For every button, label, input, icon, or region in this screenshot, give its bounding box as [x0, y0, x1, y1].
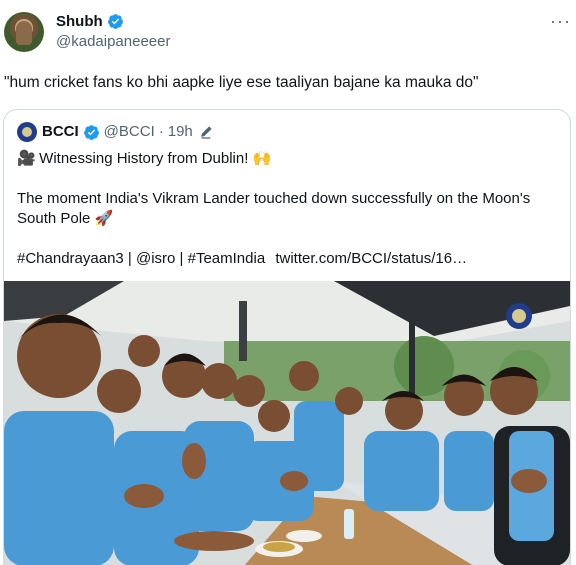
rocket-emoji: 🚀	[94, 210, 114, 227]
quoted-tweet-body: 🎥 Witnessing History from Dublin! 🙌 The …	[17, 149, 557, 269]
tweet-text: "hum cricket fans ko bhi aapke liye ese …	[4, 74, 479, 91]
quoted-tweet[interactable]: BCCI @BCCI · 19h 🎥 Witnessing History fr…	[3, 109, 571, 565]
raised-hands-emoji: 🙌	[252, 150, 272, 167]
quoted-timestamp[interactable]: 19h	[168, 122, 193, 142]
team-photo[interactable]	[4, 281, 570, 565]
author-name[interactable]: Shubh	[56, 12, 103, 31]
verified-badge-icon	[107, 14, 123, 29]
quoted-text-line-3: South Pole	[17, 210, 91, 227]
author-handle[interactable]: @kadaipaneeeer	[56, 32, 170, 52]
team-photo-image	[4, 281, 570, 565]
verified-badge-icon	[83, 124, 99, 140]
quoted-tweet-header: BCCI @BCCI · 19h	[17, 122, 213, 142]
author-avatar[interactable]	[4, 12, 44, 52]
quoted-author-handle[interactable]: @BCCI	[104, 122, 155, 142]
separator-dot: ·	[158, 123, 164, 140]
author-block: Shubh @kadaipaneeeer	[56, 12, 170, 52]
quoted-hashtags[interactable]: #Chandrayaan3 | @isro | #TeamIndia	[17, 250, 265, 267]
quoted-text-line-2: The moment India's Vikram Lander touched…	[17, 190, 531, 207]
quoted-line-1: 🎥 Witnessing History from Dublin! 🙌	[17, 149, 557, 169]
quoted-line-3: South Pole 🚀	[17, 209, 557, 229]
author-name-row[interactable]: Shubh	[56, 12, 124, 31]
bcci-logo[interactable]	[17, 122, 37, 142]
edited-pencil-icon[interactable]	[199, 125, 213, 139]
tweet: Shubh @kadaipaneeeer ··· "hum cricket fa…	[0, 0, 576, 565]
more-options-icon[interactable]: ···	[550, 12, 570, 34]
quoted-text-headline: Witnessing History from Dublin!	[39, 150, 249, 167]
quoted-author-name[interactable]: BCCI	[42, 122, 79, 142]
quoted-link[interactable]: twitter.com/BCCI/status/16…	[275, 250, 467, 267]
quoted-hashtags-row: #Chandrayaan3 | @isro | #TeamIndia twitt…	[17, 249, 557, 269]
camera-emoji: 🎥	[17, 150, 36, 167]
